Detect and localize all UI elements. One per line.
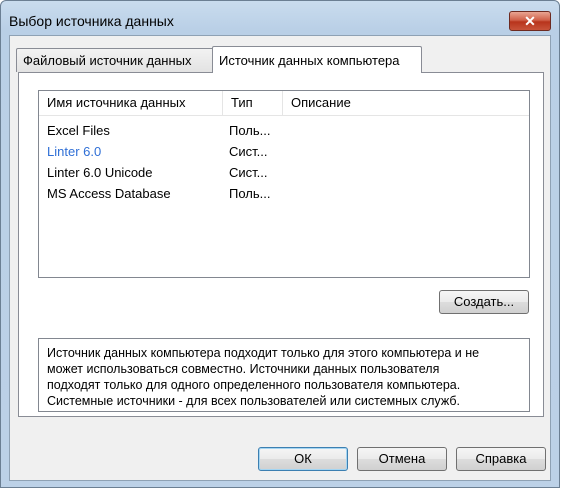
info-line: Источник данных компьютера подходит толь… — [47, 346, 480, 360]
title-bar[interactable]: Выбор источника данных ✕ — [1, 1, 559, 35]
list-item[interactable]: Excel Files Поль... — [39, 121, 529, 141]
item-type: Сист... — [229, 165, 268, 180]
data-source-list[interactable]: Имя источника данных Тип Описание Excel … — [38, 90, 530, 278]
cell-type: Поль... — [229, 184, 284, 204]
column-header-description[interactable]: Описание — [283, 91, 529, 115]
help-button-label: Справка — [475, 451, 527, 466]
cell-name: MS Access Database — [47, 184, 217, 204]
column-header-name[interactable]: Имя источника данных — [39, 91, 223, 115]
item-name: Linter 6.0 Unicode — [47, 165, 153, 180]
create-button-label: Создать... — [453, 294, 515, 309]
list-header: Имя источника данных Тип Описание — [39, 91, 529, 116]
ok-button[interactable]: ОК — [258, 447, 348, 471]
cell-type: Сист... — [229, 142, 284, 162]
info-line: Системные источники - для всех пользоват… — [47, 394, 460, 408]
cancel-button[interactable]: Отмена — [357, 447, 447, 471]
cell-name: Linter 6.0 Unicode — [47, 163, 217, 183]
item-name: Linter 6.0 — [47, 144, 102, 159]
info-description-box: Источник данных компьютера подходит толь… — [38, 338, 530, 412]
cancel-button-label: Отмена — [378, 451, 426, 466]
cell-type: Сист... — [229, 163, 284, 183]
tab-machine-dsn[interactable]: Источник данных компьютера — [212, 46, 422, 73]
create-button[interactable]: Создать... — [439, 290, 529, 314]
tab-label: Файловый источник данных — [23, 53, 192, 68]
item-type: Поль... — [229, 123, 271, 138]
cell-name: Linter 6.0 — [47, 142, 217, 162]
cell-name: Excel Files — [47, 121, 217, 141]
tab-file-dsn[interactable]: Файловый источник данных — [16, 48, 214, 72]
dialog-client-area: Файловый источник данных Источник данных… — [9, 35, 551, 481]
window-title: Выбор источника данных — [9, 13, 174, 29]
column-header-label: Тип — [231, 95, 253, 110]
help-button[interactable]: Справка — [456, 447, 546, 471]
item-type: Поль... — [229, 186, 271, 201]
item-name: Excel Files — [47, 123, 110, 138]
tab-label: Источник данных компьютера — [219, 53, 400, 68]
column-header-type[interactable]: Тип — [223, 91, 283, 115]
item-name: MS Access Database — [47, 186, 171, 201]
dialog-window: Выбор источника данных ✕ Файловый источн… — [0, 0, 560, 488]
close-button[interactable]: ✕ — [509, 11, 551, 31]
item-type: Сист... — [229, 144, 268, 159]
list-item[interactable]: MS Access Database Поль... — [39, 184, 529, 204]
list-item-selected[interactable]: Linter 6.0 Сист... — [39, 142, 529, 162]
list-item[interactable]: Linter 6.0 Unicode Сист... — [39, 163, 529, 183]
tab-panel: Имя источника данных Тип Описание Excel … — [18, 72, 544, 417]
cell-type: Поль... — [229, 121, 284, 141]
ok-button-label: ОК — [294, 451, 312, 466]
column-header-label: Имя источника данных — [47, 95, 186, 110]
close-icon: ✕ — [524, 13, 536, 29]
info-line: может использоваться совместно. Источник… — [47, 362, 440, 376]
column-header-label: Описание — [291, 95, 351, 110]
info-line: подходят только для одного определенного… — [47, 378, 461, 392]
